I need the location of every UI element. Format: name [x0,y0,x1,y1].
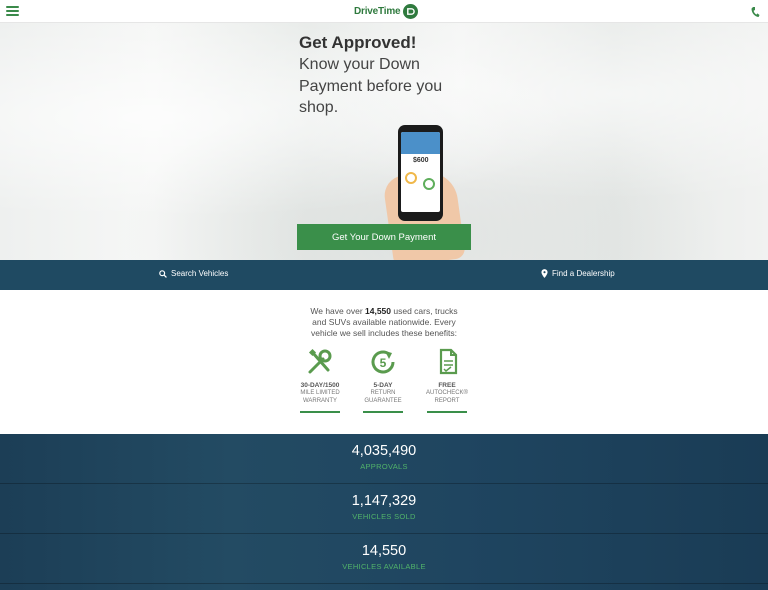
benefit-underline [363,411,403,413]
search-nav-bar: Search Vehicles Find a Dealership [0,260,768,290]
benefit-desc: AUTOCHECK® REPORT [426,390,468,404]
phone-screen: $600 [401,132,440,212]
find-dealership-link[interactable]: Find a Dealership [541,269,615,278]
find-dealership-label: Find a Dealership [552,269,615,278]
benefit-desc: RETURN GUARANTEE [364,390,402,404]
stat-vehicles-sold: 1,147,329 VEHICLES SOLD [0,484,768,534]
benefits-intro: We have over 14,550 used cars, trucks an… [310,306,458,338]
benefit-underline [427,411,467,413]
stat-label: APPROVALS [360,462,408,471]
benefit-return: 5 5-DAY RETURN GUARANTEE [361,348,405,413]
benefit-title: FREE [438,382,456,389]
top-header: DriveTime [0,0,768,23]
hero-section: Get Approved! Know your Down Payment bef… [0,23,768,260]
stat-label: VEHICLES SOLD [352,512,416,521]
stat-value: 4,035,490 [351,443,417,459]
hamburger-menu-icon[interactable] [6,6,19,17]
benefit-title: 30-DAY/1500 [300,382,340,389]
benefit-underline [300,411,340,413]
stat-approvals: 4,035,490 APPROVALS [0,434,768,484]
gauge-icon [405,172,417,184]
search-vehicles-label: Search Vehicles [171,269,229,278]
benefit-title: 5-DAY [373,382,393,389]
hero-subtitle: Know your Down Payment before you shop. [299,56,443,116]
hero-title: Get Approved! [299,33,417,52]
phone-icon[interactable] [750,5,760,17]
report-document-icon [432,348,462,376]
search-icon [159,269,167,278]
five-day-return-icon: 5 [368,348,398,376]
drivetime-logo[interactable]: DriveTime [354,4,419,19]
stats-section: 4,035,490 APPROVALS 1,147,329 VEHICLES S… [0,434,768,590]
vehicle-count: 14,550 [365,306,392,316]
stat-label: VEHICLES AVAILABLE [342,562,426,571]
map-pin-icon [541,269,548,278]
benefit-warranty: 30-DAY/1500 MILE LIMITED WARRANTY [298,348,342,413]
logo-mark-icon [403,4,419,19]
stat-vehicles-available: 14,550 VEHICLES AVAILABLE [0,534,768,584]
benefit-desc: MILE LIMITED WARRANTY [300,390,340,404]
wrench-screwdriver-icon [305,348,335,376]
phone-amount: $600 [413,157,429,164]
benefit-report: FREE AUTOCHECK® REPORT [425,348,469,413]
get-down-payment-button[interactable]: Get Your Down Payment [297,224,471,250]
gauge-icon [423,178,435,190]
svg-text:5: 5 [380,356,387,370]
benefits-section: We have over 14,550 used cars, trucks an… [0,290,768,434]
phone-image: $600 [398,125,443,221]
logo-text: DriveTime [354,6,401,17]
stat-value: 14,550 [361,543,407,559]
stat-value: 1,147,329 [351,493,417,509]
search-vehicles-link[interactable]: Search Vehicles [159,269,228,278]
